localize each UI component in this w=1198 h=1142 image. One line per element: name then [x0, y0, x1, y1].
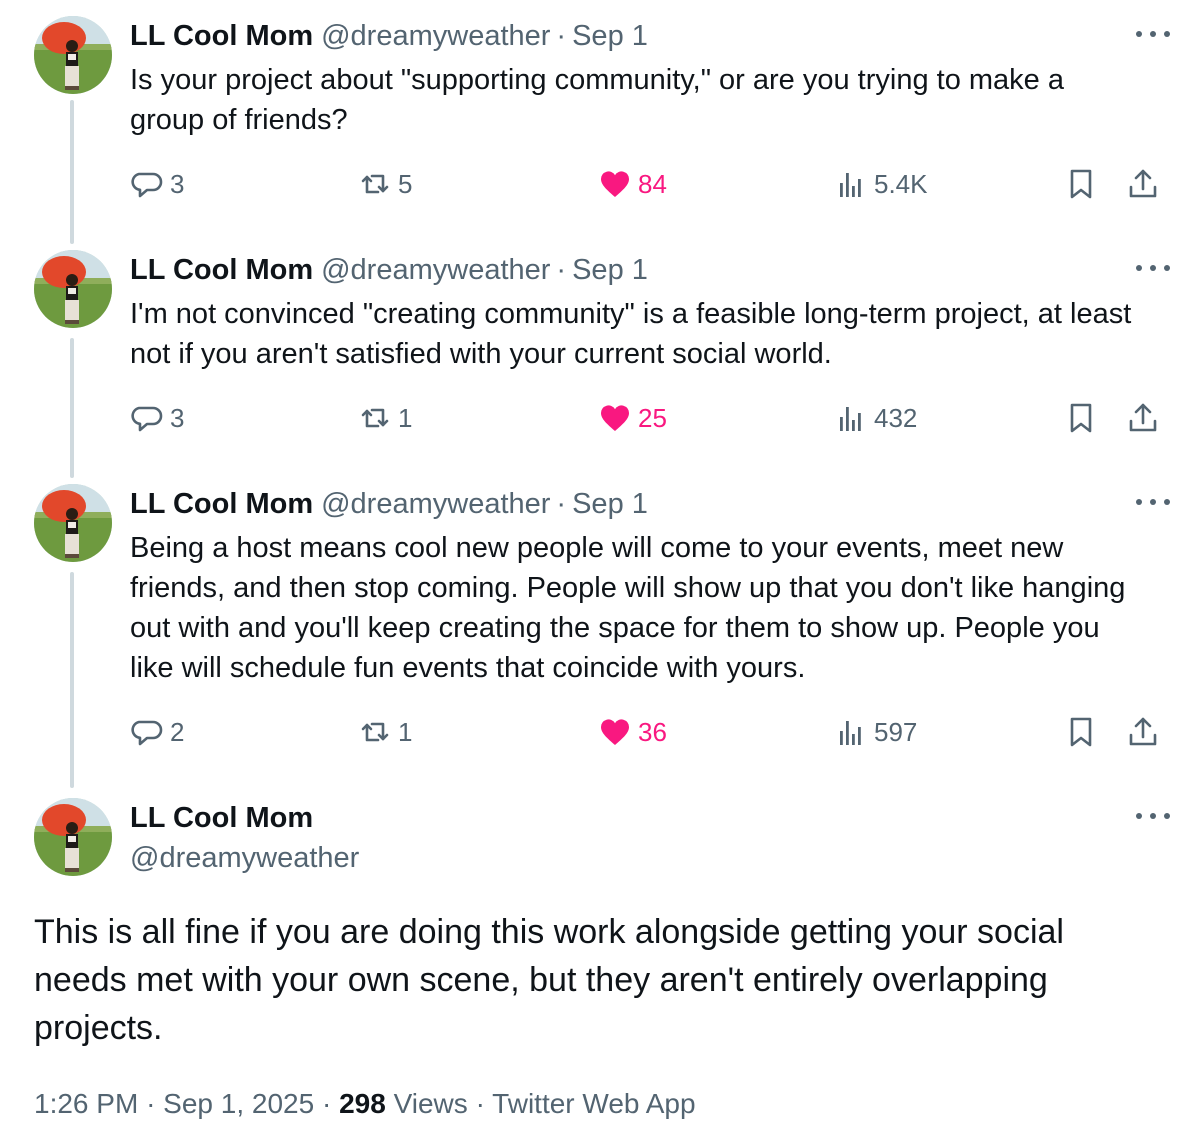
like-icon	[600, 719, 630, 745]
reply-icon	[131, 172, 163, 198]
reply-button[interactable]: 2	[130, 712, 184, 752]
views-count: 597	[874, 716, 918, 747]
repost-button[interactable]: 1	[358, 398, 412, 438]
reply-button[interactable]: 3	[130, 398, 184, 438]
tweet-header: LL Cool Mom @dreamyweather · Sep 1	[130, 484, 648, 524]
action-bar: 3 1 25 432	[130, 398, 1170, 438]
repost-count: 5	[398, 168, 413, 199]
like-button[interactable]: 36	[598, 712, 667, 752]
tweet-text: I'm not convinced "creating community" i…	[130, 298, 1132, 370]
reply-button[interactable]: 3	[130, 164, 184, 204]
separator: ·	[556, 254, 567, 286]
author-name[interactable]: LL Cool Mom	[130, 250, 313, 290]
bookmark-button[interactable]	[1064, 164, 1098, 204]
thread-tweet[interactable]: LL Cool Mom @dreamyweather · Sep 1 Being…	[0, 484, 1198, 764]
bookmark-button[interactable]	[1064, 712, 1098, 752]
author-handle[interactable]: @dreamyweather	[321, 484, 550, 524]
tweet-header: LL Cool Mom @dreamyweather · Sep 1	[130, 250, 648, 290]
tweet-text: This is all fine if you are doing this w…	[34, 913, 1064, 1047]
views-count: 432	[874, 402, 918, 433]
reply-count: 3	[170, 402, 185, 433]
share-icon	[1129, 403, 1157, 432]
thread-tweet[interactable]: LL Cool Mom @dreamyweather · Sep 1 Is yo…	[0, 16, 1198, 216]
like-count: 36	[638, 716, 667, 747]
tweet-date[interactable]: Sep 1	[572, 250, 648, 290]
share-button[interactable]	[1126, 398, 1160, 438]
reply-count: 3	[170, 168, 185, 199]
share-button[interactable]	[1126, 164, 1160, 204]
repost-count: 1	[398, 716, 413, 747]
tweet-text: Being a host means cool new people will …	[130, 532, 1126, 684]
like-button[interactable]: 25	[598, 398, 667, 438]
avatar[interactable]	[34, 484, 112, 562]
author-name[interactable]: LL Cool Mom	[130, 484, 313, 524]
like-button[interactable]: 84	[598, 164, 667, 204]
action-bar: 2 1 36 597	[130, 712, 1170, 752]
views-button[interactable]: 432	[834, 398, 917, 438]
views-count: 298	[339, 1088, 386, 1119]
views-label: Views	[393, 1088, 468, 1119]
tweet-date[interactable]: Sep 1	[572, 16, 648, 56]
tweet-date[interactable]: Sep 1, 2025	[163, 1088, 314, 1119]
bookmark-icon	[1070, 169, 1092, 199]
author-handle[interactable]: @dreamyweather	[321, 16, 550, 56]
share-button[interactable]	[1126, 712, 1160, 752]
views-button[interactable]: 5.4K	[834, 164, 928, 204]
tweet-date[interactable]: Sep 1	[572, 484, 648, 524]
avatar[interactable]	[34, 798, 112, 876]
repost-icon	[361, 174, 389, 194]
views-icon	[840, 407, 861, 431]
repost-icon	[361, 408, 389, 428]
action-bar: 3 5 84 5.4K	[130, 164, 1170, 204]
separator: ·	[146, 1088, 156, 1119]
bookmark-icon	[1070, 717, 1092, 747]
like-icon	[600, 171, 630, 197]
tweet-text: Is your project about "supporting commun…	[130, 64, 1064, 136]
reply-count: 2	[170, 716, 185, 747]
views-icon	[840, 173, 861, 197]
views-button[interactable]: 597	[834, 712, 917, 752]
more-icon[interactable]	[1136, 806, 1170, 826]
reply-icon	[131, 406, 163, 432]
views-count: 5.4K	[874, 168, 928, 199]
like-count: 84	[638, 168, 667, 199]
repost-button[interactable]: 1	[358, 712, 412, 752]
author-name[interactable]: LL Cool Mom	[130, 798, 313, 838]
bookmark-icon	[1070, 403, 1092, 433]
views-icon	[840, 721, 861, 745]
author-handle[interactable]: @dreamyweather	[130, 838, 359, 878]
more-icon[interactable]	[1136, 258, 1170, 278]
reply-icon	[131, 720, 163, 746]
more-icon[interactable]	[1136, 24, 1170, 44]
separator: ·	[475, 1088, 485, 1119]
tweet-meta: 1:26 PM · Sep 1, 2025 · 298 Views · Twit…	[34, 1084, 696, 1124]
author-name[interactable]: LL Cool Mom	[130, 16, 313, 56]
like-count: 25	[638, 402, 667, 433]
thread-tweet[interactable]: LL Cool Mom @dreamyweather · Sep 1 I'm n…	[0, 250, 1198, 450]
separator: ·	[556, 488, 567, 520]
more-icon[interactable]	[1136, 492, 1170, 512]
like-icon	[600, 405, 630, 431]
bookmark-button[interactable]	[1064, 398, 1098, 438]
tweet-time[interactable]: 1:26 PM	[34, 1088, 138, 1119]
avatar[interactable]	[34, 16, 112, 94]
source-app[interactable]: Twitter Web App	[492, 1088, 695, 1119]
main-tweet: LL Cool Mom @dreamyweather This is all f…	[0, 798, 1198, 1138]
share-icon	[1129, 169, 1157, 198]
author-handle[interactable]: @dreamyweather	[321, 250, 550, 290]
repost-button[interactable]: 5	[358, 164, 412, 204]
separator: ·	[556, 20, 567, 52]
separator: ·	[321, 1088, 332, 1119]
repost-count: 1	[398, 402, 413, 433]
share-icon	[1129, 717, 1157, 746]
repost-icon	[361, 722, 389, 742]
tweet-header: LL Cool Mom @dreamyweather · Sep 1	[130, 16, 648, 56]
avatar[interactable]	[34, 250, 112, 328]
